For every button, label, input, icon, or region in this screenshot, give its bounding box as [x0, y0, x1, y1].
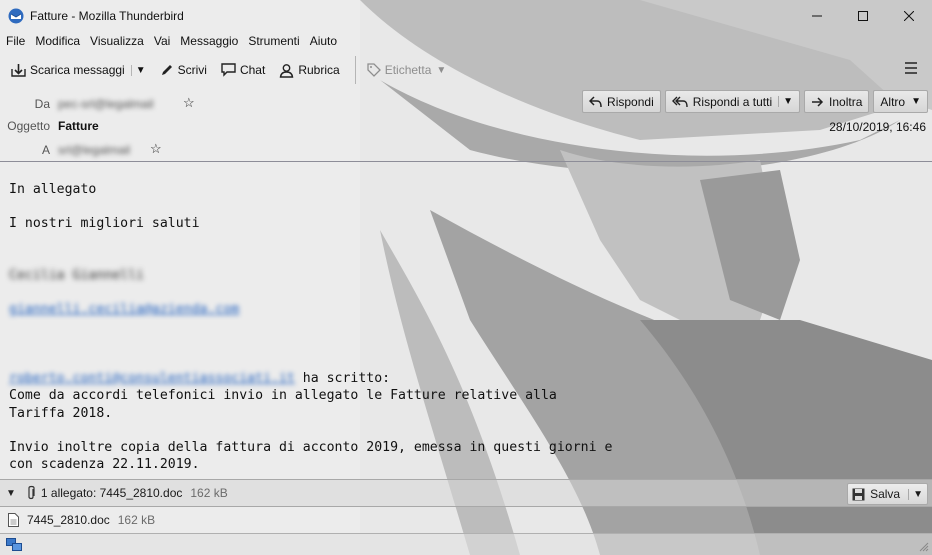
menu-bar: File Modifica Visualizza Vai Messaggio S…	[0, 31, 932, 51]
floppy-disk-icon	[852, 488, 865, 500]
main-toolbar: Scarica messaggi ▼ Scrivi Chat Rubrica E…	[0, 54, 932, 86]
chat-bubble-icon	[221, 63, 236, 77]
pencil-icon	[161, 65, 172, 75]
subject-value: Fatture	[58, 119, 99, 133]
menu-file[interactable]: File	[6, 34, 25, 48]
body-line: In allegato	[9, 182, 97, 197]
quote-sender-link[interactable]: roberto.conti@consulentiassociati.it	[9, 371, 295, 386]
chevron-down-icon: ▼	[436, 64, 447, 76]
save-button[interactable]: Salva ▼	[847, 483, 928, 505]
attachment-size: 162 kB	[117, 513, 156, 527]
to-label: A	[41, 143, 50, 157]
attachment-list: 7445_2810.doc 162 kB	[0, 507, 932, 533]
menu-visualizza[interactable]: Visualizza	[90, 34, 144, 48]
signature-email-link[interactable]: giannelli.cecilia@azienda.com	[9, 302, 239, 317]
signature-name: Cecilia Giannelli	[9, 268, 144, 284]
get-messages-button[interactable]: Scarica messaggi ▼	[6, 57, 151, 83]
hamburger-menu-icon[interactable]	[904, 61, 918, 75]
body-line: I nostri migliori saluti	[9, 216, 200, 232]
thunderbird-logo-icon	[8, 8, 24, 23]
reply-label: Rispondi	[607, 94, 654, 109]
chevron-down-icon[interactable]: ▼	[778, 96, 793, 107]
tag-label: Etichetta	[384, 63, 432, 77]
online-status-icon[interactable]	[6, 537, 22, 552]
from-value[interactable]: pec-srl@legalmail	[58, 97, 154, 111]
menu-strumenti[interactable]: Strumenti	[248, 34, 299, 48]
toolbar-separator	[354, 56, 356, 84]
status-bar	[0, 533, 932, 555]
more-button[interactable]: Altro ▼	[873, 90, 928, 113]
address-book-label: Rubrica	[298, 63, 340, 77]
reply-all-button[interactable]: Rispondi a tutti ▼	[664, 90, 801, 113]
menu-aiuto[interactable]: Aiuto	[310, 34, 337, 48]
quote-line: Invio inoltre copia della fattura di acc…	[9, 440, 613, 456]
star-icon[interactable]: ☆	[183, 95, 195, 111]
attachment-summary: 1 allegato: 7445_2810.doc	[40, 486, 183, 500]
attachment-name: 7445_2810.doc	[27, 513, 110, 527]
chevron-down-icon: ▼	[911, 96, 921, 107]
more-label: Altro	[880, 94, 906, 109]
reply-all-icon	[671, 96, 688, 107]
menu-vai[interactable]: Vai	[154, 34, 170, 48]
attachment-item[interactable]: 7445_2810.doc 162 kB	[8, 513, 155, 527]
reply-all-label: Rispondi a tutti	[692, 94, 773, 109]
quote-intro: ha scritto:	[294, 371, 391, 387]
chat-label: Chat	[239, 63, 266, 77]
chat-button[interactable]: Chat	[216, 57, 270, 83]
quote-line: Come da accordi telefonici invio in alle…	[9, 388, 557, 404]
tag-icon	[367, 63, 381, 77]
header-actions: Rispondi Rispondi a tutti ▼ Inoltra Altr…	[578, 90, 928, 113]
title-bar: Fatture - Mozilla Thunderbird	[0, 0, 932, 31]
forward-arrow-icon	[812, 96, 824, 107]
menu-modifica[interactable]: Modifica	[35, 34, 80, 48]
tag-button[interactable]: Etichetta ▼	[362, 57, 452, 83]
attachment-summary-size: 162 kB	[190, 486, 228, 500]
close-icon	[904, 10, 914, 21]
window-title: Fatture - Mozilla Thunderbird	[30, 8, 184, 23]
star-icon[interactable]: ☆	[150, 141, 162, 157]
to-value[interactable]: srl@legalmail	[58, 143, 130, 157]
address-book-button[interactable]: Rubrica	[274, 57, 344, 83]
reply-button[interactable]: Rispondi	[582, 90, 661, 113]
message-date: 28/10/2019, 16:46	[829, 120, 926, 134]
document-icon	[8, 513, 19, 527]
contacts-icon	[280, 63, 294, 78]
maximize-button[interactable]	[840, 0, 886, 31]
forward-button[interactable]: Inoltra	[804, 90, 870, 113]
from-label: Da	[34, 97, 50, 111]
quote-line: con scadenza 22.11.2019.	[9, 457, 200, 473]
attachment-bar[interactable]: ▼ 1 allegato: 7445_2810.doc 162 kB Salva…	[0, 479, 932, 507]
save-label: Salva	[870, 487, 901, 501]
write-label: Scrivi	[177, 63, 207, 77]
resize-grip-icon[interactable]	[919, 542, 929, 552]
reply-icon	[589, 95, 602, 107]
write-button[interactable]: Scrivi	[155, 57, 212, 83]
get-messages-label: Scarica messaggi	[30, 63, 125, 77]
subject-label: Oggetto	[7, 119, 50, 133]
download-icon	[11, 63, 26, 77]
message-body: In allegato I nostri migliori saluti Cec…	[0, 163, 932, 479]
minimize-button[interactable]	[794, 0, 840, 31]
paperclip-icon	[28, 485, 35, 500]
message-header: Da pec-srl@legalmail ☆ Oggetto Fatture A…	[0, 88, 932, 162]
minimize-icon	[812, 15, 822, 16]
chevron-down-icon[interactable]: ▼	[130, 64, 146, 76]
chevron-down-icon[interactable]: ▼	[908, 488, 923, 500]
forward-label: Inoltra	[829, 94, 863, 109]
menu-messaggio[interactable]: Messaggio	[180, 34, 238, 48]
chevron-down-icon[interactable]: ▼	[6, 488, 16, 499]
quote-line: Tariffa 2018.	[9, 405, 113, 421]
maximize-icon	[858, 10, 868, 21]
close-button[interactable]	[886, 0, 932, 31]
